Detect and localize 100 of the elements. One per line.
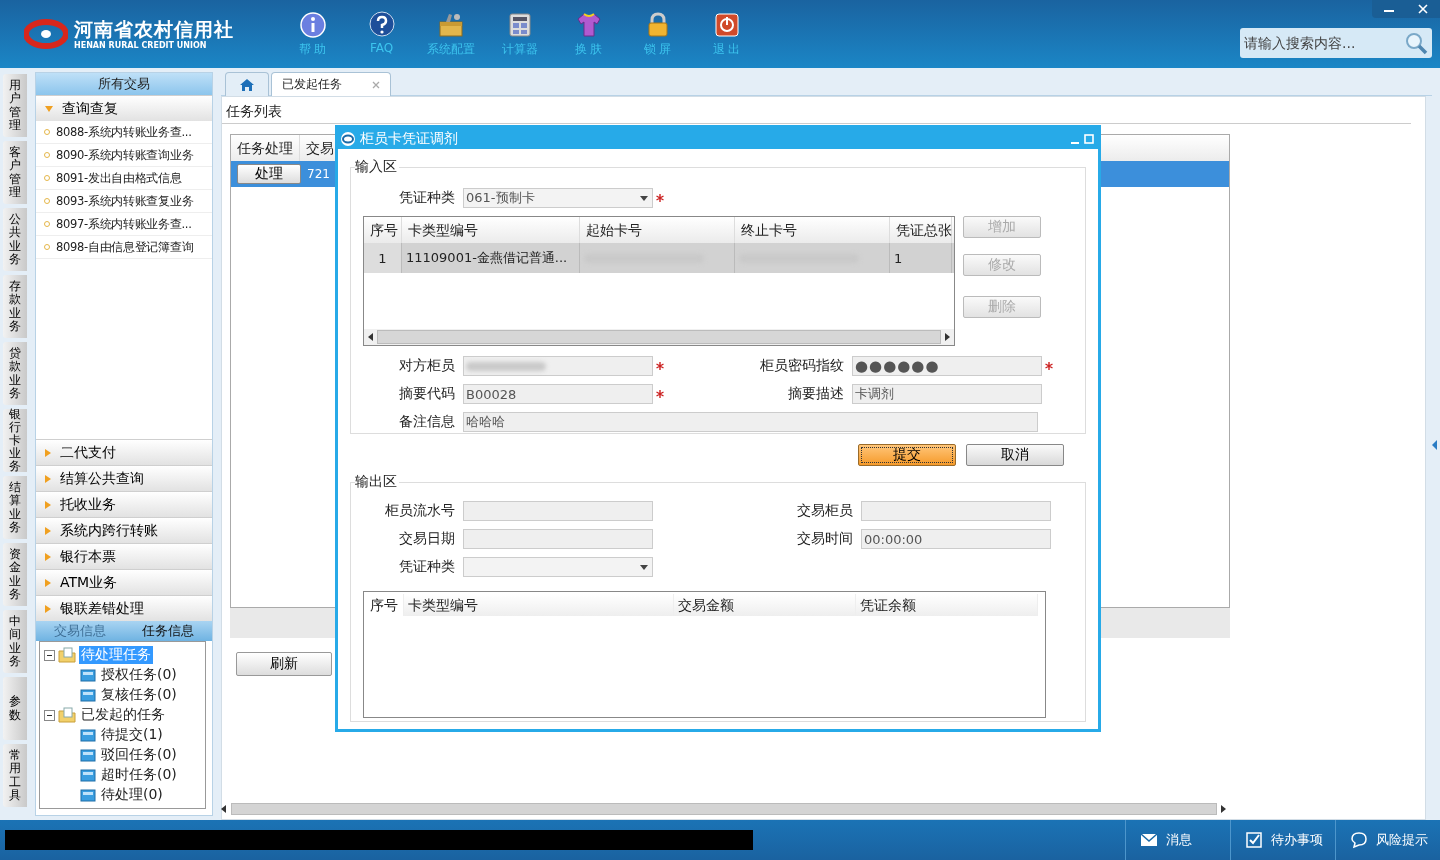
field-label: 交易柜员 — [796, 502, 854, 520]
nav-group[interactable]: 二代支付 — [36, 439, 212, 465]
question-icon — [367, 10, 396, 39]
input-field[interactable]: ●●●●●● — [852, 356, 1042, 376]
tree-node[interactable]: 待处理(0) — [99, 786, 165, 804]
scrollbar[interactable] — [221, 802, 1227, 816]
field-label: 交易日期 — [398, 530, 456, 548]
folder-icon — [58, 647, 76, 663]
mail-icon — [1140, 831, 1158, 849]
process-button[interactable]: 处理 — [237, 164, 301, 184]
nav-item[interactable]: 8090-系统内转账查询业务 — [36, 144, 212, 167]
input-field[interactable] — [861, 501, 1051, 521]
search-icon[interactable] — [1404, 31, 1428, 55]
field-label: 交易时间 — [796, 530, 854, 548]
field-label: 柜员密码指纹 — [759, 357, 845, 375]
nav-group[interactable]: 结算公共查询 — [36, 465, 212, 491]
info-tab[interactable]: 任务信息 — [124, 621, 212, 641]
status-button[interactable]: 消息 — [1125, 820, 1230, 860]
side-tab[interactable]: 客户管理 — [3, 141, 27, 204]
nav-group[interactable]: ATM业务 — [36, 569, 212, 595]
caret-down-icon[interactable] — [640, 565, 648, 570]
dialog-title: 柜员卡凭证调剂 — [360, 129, 459, 148]
submit-button[interactable]: 提交 — [858, 444, 956, 466]
section-title: 输出区 — [355, 473, 399, 491]
scroll-left-icon — [221, 805, 227, 813]
logo-icon — [24, 19, 68, 49]
nav-item[interactable]: 8098-自由信息登记簿查询 — [36, 236, 212, 259]
info-icon — [298, 10, 327, 39]
table-cell: 1 — [364, 243, 402, 273]
nav-group[interactable]: 系统内跨行转账 — [36, 517, 212, 543]
side-tab[interactable]: 结算业务 — [3, 476, 27, 539]
field-label: 摘要代码 — [398, 385, 456, 403]
page-tab[interactable]: 已发起任务 — [271, 72, 391, 96]
caret-down-icon[interactable] — [640, 196, 648, 201]
chat-icon — [1350, 831, 1368, 849]
input-field[interactable]: 00:00:00 — [861, 529, 1051, 549]
field-label: 摘要描述 — [787, 385, 845, 403]
side-tab[interactable]: 贷款业务 — [3, 342, 27, 405]
side-tab[interactable]: 参数 — [3, 677, 27, 740]
side-tab[interactable]: 常用工具 — [3, 744, 27, 807]
nav-item[interactable]: 8093-系统内转账查复业务 — [36, 190, 212, 213]
nav-group[interactable]: 查询查复 — [36, 95, 212, 121]
dropdown-field[interactable] — [463, 557, 653, 577]
tree-node[interactable]: 复核任务(0) — [99, 686, 179, 704]
folder-icon — [80, 788, 96, 802]
refresh-button[interactable]: 刷新 — [236, 652, 332, 676]
folder-icon — [80, 688, 96, 702]
input-field[interactable] — [463, 356, 653, 376]
checkbox-icon — [1245, 831, 1263, 849]
panel-header: 所有交易 — [36, 73, 212, 95]
input-field[interactable] — [463, 529, 653, 549]
nav-group[interactable]: 银行本票 — [36, 543, 212, 569]
scroll-right-icon — [1221, 805, 1227, 813]
tree-node[interactable]: 已发起的任务 — [79, 706, 167, 724]
logo-name: 河南省农村信用社 — [74, 17, 234, 40]
logo-subtitle: HENAN RURAL CREDIT UNION — [74, 39, 208, 51]
nav-item[interactable]: 8088-系统内转账业务查... — [36, 121, 212, 144]
input-field[interactable]: 哈哈哈 — [463, 412, 1038, 432]
nav-item[interactable]: 8097-系统内转账业务查... — [36, 213, 212, 236]
side-tab[interactable]: 公共业务 — [3, 208, 27, 271]
collapse-icon[interactable] — [44, 649, 55, 661]
tree-node[interactable]: 超时任务(0) — [99, 766, 179, 784]
column-header: 凭证余额 — [856, 594, 1038, 616]
folder-icon — [80, 748, 96, 762]
collapse-icon[interactable] — [44, 709, 55, 721]
folder-icon — [80, 668, 96, 682]
scrollbar[interactable] — [364, 329, 954, 345]
maximize-icon[interactable] — [1084, 133, 1094, 144]
field-label: 柜员流水号 — [384, 502, 456, 520]
status-button[interactable]: 待办事项 — [1230, 820, 1335, 860]
input-field[interactable] — [463, 501, 653, 521]
nav-group[interactable]: 银联差错处理 — [36, 595, 212, 621]
input-field[interactable]: B00028 — [463, 384, 653, 404]
folder-icon — [58, 707, 76, 723]
app-icon — [340, 130, 356, 147]
section-title: 任务列表 — [222, 97, 1411, 124]
power-icon — [712, 10, 741, 39]
search-field[interactable]: 请输入搜索内容... — [1240, 28, 1432, 58]
field-label: 凭证种类 — [398, 558, 456, 576]
table-cell: 1 — [890, 243, 952, 273]
collapse-arrow-icon[interactable] — [1432, 440, 1438, 450]
home-tab[interactable] — [225, 72, 269, 96]
column-header: 卡类型编号 — [404, 594, 674, 616]
side-tab[interactable]: 银行卡业务 — [3, 409, 27, 472]
side-tab[interactable]: 存款业务 — [3, 275, 27, 338]
nav-item[interactable]: 8091-发出自由格式信息 — [36, 167, 212, 190]
folder-icon — [80, 728, 96, 742]
side-tab[interactable]: 中间业务 — [3, 610, 27, 673]
status-button[interactable]: 风险提示 — [1335, 820, 1440, 860]
side-tab[interactable]: 用户管理 — [3, 74, 27, 137]
input-field[interactable]: 卡调剂 — [852, 384, 1042, 404]
tree-node[interactable]: 授权任务(0) — [99, 666, 179, 684]
tree-node[interactable]: 驳回任务(0) — [99, 746, 179, 764]
dropdown-field[interactable]: 061-预制卡 — [463, 188, 653, 208]
tree-node[interactable]: 待提交(1) — [99, 726, 165, 744]
nav-group[interactable]: 托收业务 — [36, 491, 212, 517]
side-tab[interactable]: 资金业务 — [3, 543, 27, 606]
field-label: 备注信息 — [398, 413, 456, 431]
section-title: 输入区 — [355, 158, 399, 176]
cancel-button[interactable]: 取消 — [966, 444, 1064, 466]
